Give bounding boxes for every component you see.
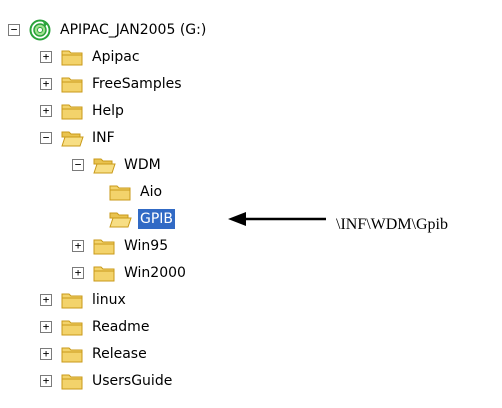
open-folder-icon bbox=[61, 128, 84, 148]
expand-toggle-release[interactable]: + bbox=[40, 347, 52, 360]
folder-icon bbox=[93, 263, 116, 283]
tree-item-win2000[interactable]: + Win2000 bbox=[72, 261, 188, 284]
folder-icon bbox=[61, 101, 84, 121]
tree-item-release[interactable]: + Release bbox=[40, 342, 149, 365]
tree-item-apipac[interactable]: + Apipac bbox=[40, 45, 142, 68]
tree-item-gpib[interactable]: GPIB bbox=[109, 207, 176, 230]
expand-toggle-usersguide[interactable]: + bbox=[40, 374, 52, 387]
expand-toggle-win95[interactable]: + bbox=[72, 239, 84, 252]
folder-label[interactable]: Win95 bbox=[122, 236, 170, 256]
folder-label[interactable]: FreeSamples bbox=[90, 74, 184, 94]
tree-item-linux[interactable]: + linux bbox=[40, 288, 128, 311]
tree-item-wdm[interactable]: − WDM bbox=[72, 153, 163, 176]
tree-item-freesamples[interactable]: + FreeSamples bbox=[40, 72, 184, 95]
open-folder-icon bbox=[109, 209, 132, 229]
cd-drive-icon bbox=[29, 19, 52, 41]
folder-label[interactable]: Aio bbox=[138, 182, 164, 202]
tree-root-row[interactable]: − APIPAC_JAN2005 (G:) bbox=[8, 18, 208, 41]
folder-label[interactable]: UsersGuide bbox=[90, 371, 174, 391]
collapse-toggle-root[interactable]: − bbox=[8, 23, 20, 36]
collapse-toggle-wdm[interactable]: − bbox=[72, 158, 84, 171]
folder-label[interactable]: Release bbox=[90, 344, 149, 364]
open-folder-icon bbox=[93, 155, 116, 175]
folder-tree: − APIPAC_JAN2005 (G:) + Apipac + FreeSam… bbox=[0, 0, 502, 408]
folder-icon bbox=[61, 371, 84, 391]
expand-toggle-apipac[interactable]: + bbox=[40, 50, 52, 63]
tree-item-win95[interactable]: + Win95 bbox=[72, 234, 170, 257]
path-annotation: \INF\WDM\Gpib bbox=[336, 216, 448, 233]
expand-toggle-freesamples[interactable]: + bbox=[40, 77, 52, 90]
folder-icon bbox=[61, 344, 84, 364]
drive-label[interactable]: APIPAC_JAN2005 (G:) bbox=[58, 20, 208, 40]
expand-toggle-linux[interactable]: + bbox=[40, 293, 52, 306]
tree-item-readme[interactable]: + Readme bbox=[40, 315, 151, 338]
expand-toggle-win2000[interactable]: + bbox=[72, 266, 84, 279]
folder-label-selected[interactable]: GPIB bbox=[138, 208, 176, 229]
tree-item-usersguide[interactable]: + UsersGuide bbox=[40, 369, 174, 392]
folder-icon bbox=[93, 236, 116, 256]
expand-toggle-help[interactable]: + bbox=[40, 104, 52, 117]
folder-label[interactable]: Win2000 bbox=[122, 263, 188, 283]
tree-item-aio[interactable]: Aio bbox=[109, 180, 164, 203]
folder-label[interactable]: Help bbox=[90, 101, 126, 121]
folder-icon bbox=[61, 47, 84, 67]
tree-item-inf[interactable]: − INF bbox=[40, 126, 117, 149]
pointer-arrow-icon bbox=[228, 212, 326, 226]
folder-label[interactable]: INF bbox=[90, 128, 117, 148]
collapse-toggle-inf[interactable]: − bbox=[40, 131, 52, 144]
folder-label[interactable]: Apipac bbox=[90, 47, 142, 67]
folder-icon bbox=[61, 317, 84, 337]
folder-label[interactable]: WDM bbox=[122, 155, 163, 175]
folder-icon bbox=[61, 74, 84, 94]
folder-icon bbox=[61, 290, 84, 310]
tree-item-help[interactable]: + Help bbox=[40, 99, 126, 122]
folder-label[interactable]: linux bbox=[90, 290, 128, 310]
folder-icon bbox=[109, 182, 132, 202]
folder-label[interactable]: Readme bbox=[90, 317, 151, 337]
expand-toggle-readme[interactable]: + bbox=[40, 320, 52, 333]
